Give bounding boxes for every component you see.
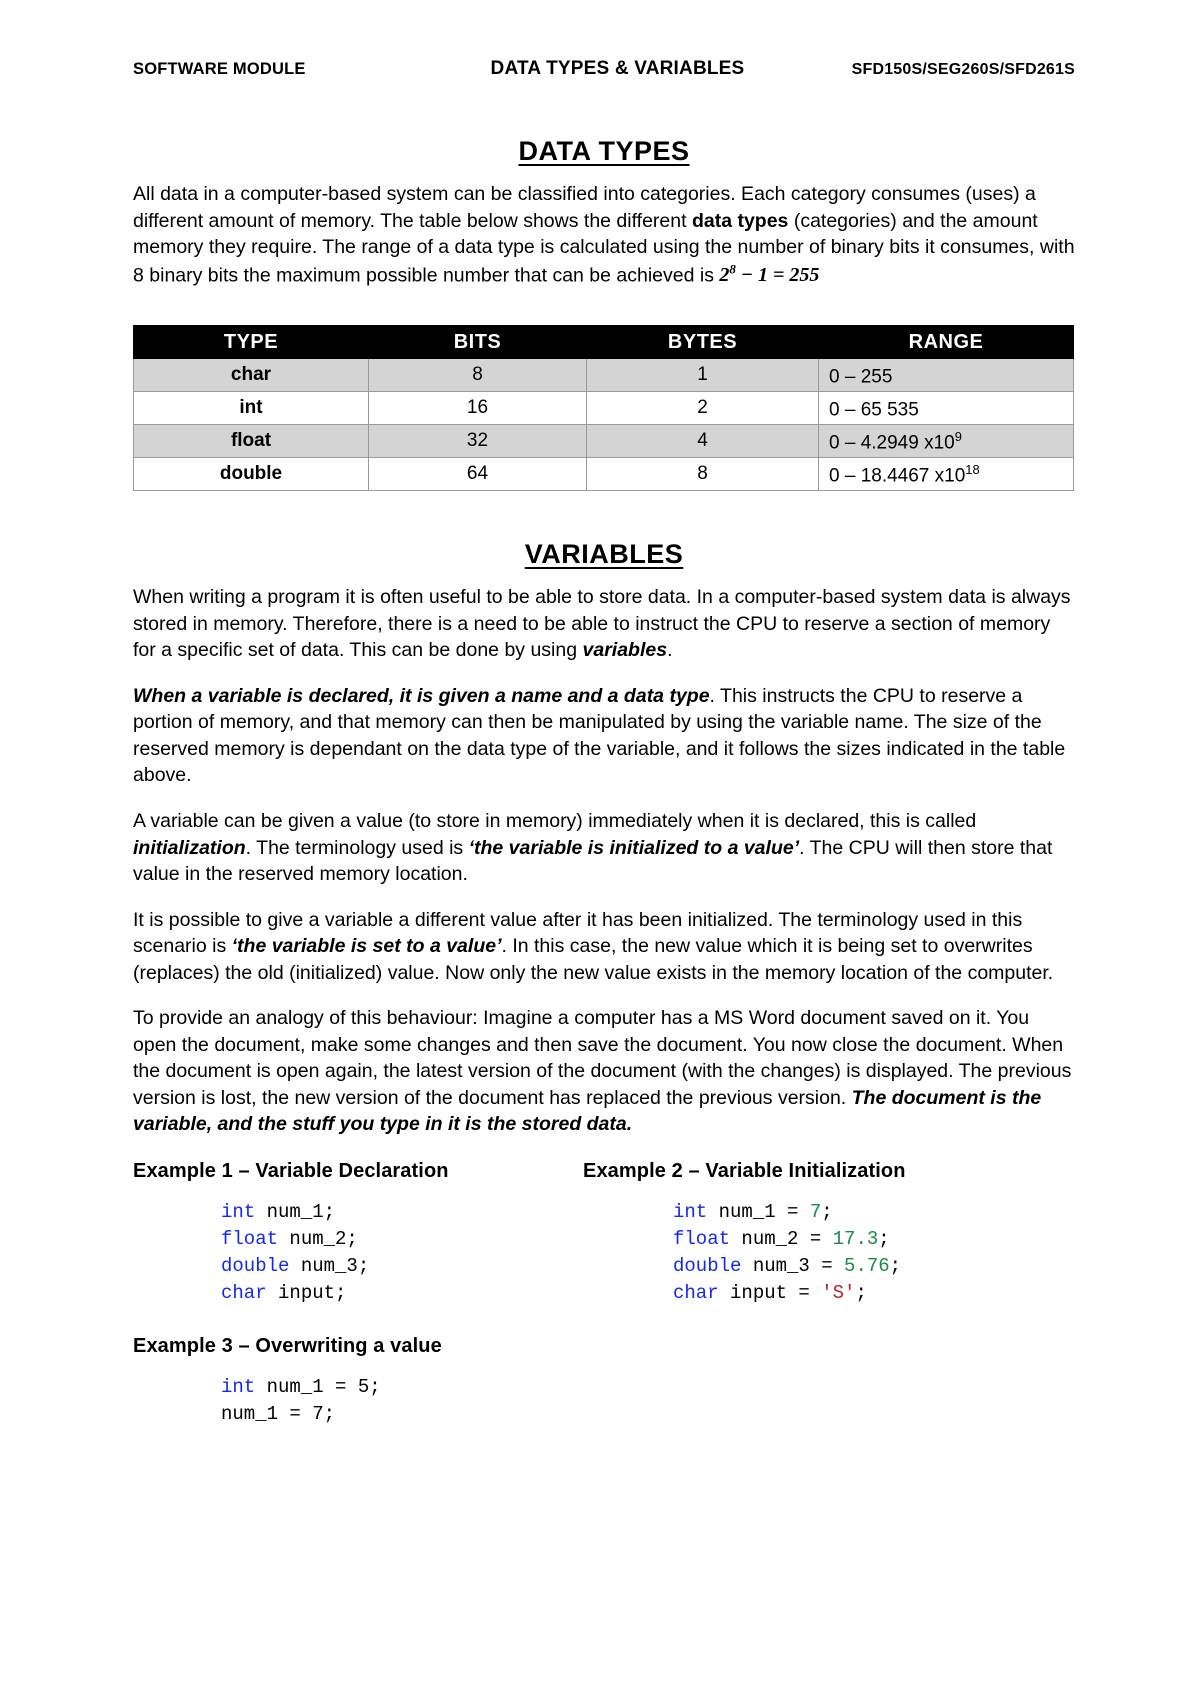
variables-paragraph-3: A variable can be given a value (to stor… (133, 808, 1075, 888)
example-2-code: int num_1 = 7; float num_2 = 17.3; doubl… (673, 1199, 1033, 1307)
cell-range-text: 0 – 65 535 (829, 399, 919, 421)
code-token: int (673, 1200, 708, 1223)
header-module-label: SOFTWARE MODULE (133, 60, 306, 78)
data-types-heading: DATA TYPES (518, 136, 690, 166)
code-token: float (673, 1227, 731, 1250)
code-token: num_1 = 5; (255, 1375, 381, 1398)
p1-emphasis-variables: variables (582, 639, 668, 662)
p3-emphasis-quote: ‘the variable is initialized to a value’ (468, 836, 800, 859)
p2-emphasis-declaration: When a variable is declared, it is given… (133, 684, 710, 707)
code-token: num_3; (289, 1254, 370, 1277)
cell-range-text: 0 – 4.2949 x10 (829, 432, 955, 454)
column-header-range: RANGE (818, 325, 1074, 360)
cell-range-text: 0 – 18.4467 x10 (829, 465, 966, 487)
variables-paragraph-5: To provide an analogy of this behaviour:… (133, 1005, 1075, 1138)
example-3-block: Example 3 – Overwriting a value int num_… (133, 1335, 1075, 1428)
code-token: num_1 = (707, 1200, 810, 1223)
cell-range-exponent: 18 (965, 461, 980, 477)
variables-paragraph-1: When writing a program it is often usefu… (133, 584, 1075, 664)
p3-text-a: A variable can be given a value (to stor… (133, 810, 977, 832)
code-token: char (221, 1281, 267, 1304)
cell-bytes: 1 (586, 358, 819, 393)
table-row: int 16 2 0 – 65 535 (133, 391, 1074, 426)
code-token: float (221, 1227, 279, 1250)
cell-range: 0 – 65 535 (818, 391, 1074, 426)
cell-bytes: 4 (586, 424, 819, 459)
cell-range-exponent: 9 (954, 428, 962, 444)
code-token: int (221, 1375, 256, 1398)
p1-text-b: . (667, 639, 673, 662)
data-types-intro-paragraph: All data in a computer-based system can … (133, 181, 1075, 289)
table-body: char 8 1 0 – 255 int 16 2 0 – 65 535 flo… (133, 358, 1074, 492)
example-2-block: Example 2 – Variable Initialization int … (583, 1160, 1033, 1307)
data-types-table: TYPE BITS BYTES RANGE char 8 1 0 – 255 i… (133, 325, 1074, 492)
table-row: char 8 1 0 – 255 (133, 358, 1074, 393)
code-token: 17.3 (832, 1227, 879, 1250)
p3-text-b: . The terminology used is (245, 836, 469, 859)
cell-range: 0 – 18.4467 x1018 (818, 457, 1074, 492)
cell-bytes: 8 (586, 457, 819, 492)
column-header-bytes: BYTES (586, 325, 819, 360)
cell-bits: 16 (368, 391, 587, 426)
code-token: double (221, 1254, 290, 1277)
cell-bits: 32 (368, 424, 587, 459)
example-1-title: Example 1 – Variable Declaration (133, 1159, 449, 1182)
code-token: num_2 = (730, 1227, 833, 1250)
code-token: num_3 = (741, 1254, 845, 1277)
cell-range-text: 0 – 255 (829, 366, 893, 388)
example-1-block: Example 1 – Variable Declaration int num… (133, 1160, 583, 1307)
code-token: char (673, 1281, 719, 1304)
cell-type: int (133, 391, 369, 426)
cell-bits: 8 (368, 358, 587, 393)
example-1-code: int num_1; float num_2; double num_3; ch… (221, 1199, 583, 1307)
code-token: ; (821, 1200, 833, 1223)
document-running-header: SOFTWARE MODULE DATA TYPES & VARIABLES S… (133, 58, 1075, 88)
column-header-bits: BITS (368, 325, 587, 360)
code-token: input = (718, 1281, 822, 1304)
cell-bits: 64 (368, 457, 587, 492)
math-base: 2 (719, 264, 730, 287)
table-bottom-spacer (133, 491, 1075, 539)
code-token: ; (889, 1254, 902, 1277)
table-row: double 64 8 0 – 18.4467 x1018 (133, 457, 1074, 492)
table-header-row: TYPE BITS BYTES RANGE (133, 325, 1074, 360)
code-token: 5.76 (844, 1254, 890, 1277)
cell-type: char (133, 358, 369, 393)
code-token: 7 (809, 1200, 822, 1223)
intro-math-expression: 28 − 1 = 255 (719, 262, 820, 287)
example-3-code: int num_1 = 5; num_1 = 7; (221, 1374, 1075, 1428)
column-header-type: TYPE (133, 325, 369, 360)
code-token: num_1; (255, 1200, 336, 1223)
p4-emphasis-quote: ‘the variable is set to a value’ (231, 935, 502, 958)
cell-range: 0 – 4.2949 x109 (818, 424, 1074, 459)
example-2-title: Example 2 – Variable Initialization (583, 1159, 906, 1182)
header-course-codes: SFD150S/SEG260S/SFD261S (851, 61, 1075, 78)
code-token: 'S' (821, 1281, 856, 1304)
p3-emphasis-initialization: initialization (133, 836, 246, 859)
cell-type: double (133, 457, 369, 492)
code-token: input; (266, 1281, 347, 1304)
document-page: SOFTWARE MODULE DATA TYPES & VARIABLES S… (0, 0, 1200, 1697)
code-token: ; (855, 1281, 867, 1304)
examples-row: Example 1 – Variable Declaration int num… (133, 1160, 1075, 1307)
code-token: ; (878, 1227, 890, 1250)
cell-bytes: 2 (586, 391, 819, 426)
code-token: int (221, 1200, 256, 1223)
variables-paragraph-2: When a variable is declared, it is given… (133, 683, 1075, 789)
intro-bold-data-types: data types (691, 209, 789, 232)
code-token: num_2; (278, 1227, 358, 1250)
math-tail: − 1 = 255 (735, 264, 820, 287)
cell-type: float (133, 424, 369, 459)
header-topic-title: DATA TYPES & VARIABLES (490, 58, 745, 79)
table-row: float 32 4 0 – 4.2949 x109 (133, 424, 1074, 459)
code-token: num_1 = 7; (221, 1402, 336, 1425)
code-token: double (673, 1254, 742, 1277)
example-3-title: Example 3 – Overwriting a value (133, 1334, 442, 1357)
variables-heading: VARIABLES (524, 539, 684, 570)
variables-paragraph-4: It is possible to give a variable a diff… (133, 907, 1075, 987)
cell-range: 0 – 255 (818, 358, 1074, 393)
